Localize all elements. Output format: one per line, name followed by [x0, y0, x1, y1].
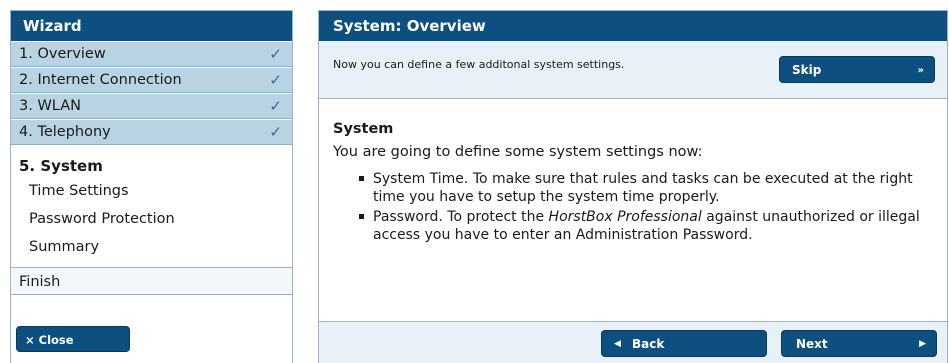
step-overview[interactable]: 1. Overview ✓ — [11, 41, 292, 67]
step-internet-connection[interactable]: 2. Internet Connection ✓ — [11, 67, 292, 93]
panel-title: System: Overview — [319, 11, 947, 41]
list-item: System Time. To make sure that rules and… — [357, 170, 933, 206]
step-telephony[interactable]: 4. Telephony ✓ — [11, 119, 292, 145]
fast-forward-icon: » — [917, 65, 924, 76]
back-button[interactable]: ◀ Back — [601, 330, 767, 357]
arrow-right-icon: ▶ — [919, 339, 926, 349]
skip-button[interactable]: Skip » — [779, 56, 935, 83]
check-icon: ✓ — [269, 71, 282, 89]
current-step-system: 5. System Time Settings Password Protect… — [11, 145, 292, 267]
list-item: Password. To protect the HorstBox Profes… — [357, 208, 933, 244]
step-wlan[interactable]: 3. WLAN ✓ — [11, 93, 292, 119]
current-step-label: 5. System — [19, 157, 103, 175]
lead-text: You are going to define some system sett… — [333, 144, 703, 160]
next-button[interactable]: Next ▶ — [781, 330, 937, 357]
substep-password-protection[interactable]: Password Protection — [19, 205, 292, 233]
substep-time-settings[interactable]: Time Settings — [19, 177, 292, 205]
wizard-title: Wizard — [11, 11, 292, 41]
back-label: Back — [632, 337, 665, 351]
intro-text: Now you can define a few additonal syste… — [333, 58, 625, 71]
product-name: HorstBox Professional — [548, 209, 702, 225]
bullet-text-pre: Password. To protect the — [373, 209, 549, 225]
step-label: 2. Internet Connection — [19, 72, 182, 88]
check-icon: ✓ — [269, 45, 282, 63]
close-button[interactable]: × Close — [16, 326, 130, 352]
arrow-left-icon: ◀ — [614, 339, 621, 349]
content-area: System You are going to define some syst… — [319, 99, 947, 321]
check-icon: ✓ — [269, 97, 282, 115]
step-finish[interactable]: Finish — [11, 267, 292, 295]
intro-bar: Now you can define a few additonal syste… — [319, 41, 947, 99]
check-icon: ✓ — [269, 123, 282, 141]
footer-bar: ◀ Back Next ▶ — [319, 321, 947, 363]
bullet-text: System Time. To make sure that rules and… — [373, 171, 913, 205]
step-label: 1. Overview — [19, 46, 106, 62]
step-label: 3. WLAN — [19, 98, 81, 114]
next-label: Next — [796, 337, 828, 351]
step-label: 4. Telephony — [19, 124, 111, 140]
main-panel: System: Overview Now you can define a fe… — [318, 10, 948, 363]
wizard-sidebar: Wizard 1. Overview ✓ 2. Internet Connect… — [10, 10, 293, 363]
substep-summary[interactable]: Summary — [19, 233, 292, 261]
section-heading: System — [333, 121, 394, 137]
settings-list: System Time. To make sure that rules and… — [333, 170, 933, 244]
skip-label: Skip — [792, 63, 822, 77]
